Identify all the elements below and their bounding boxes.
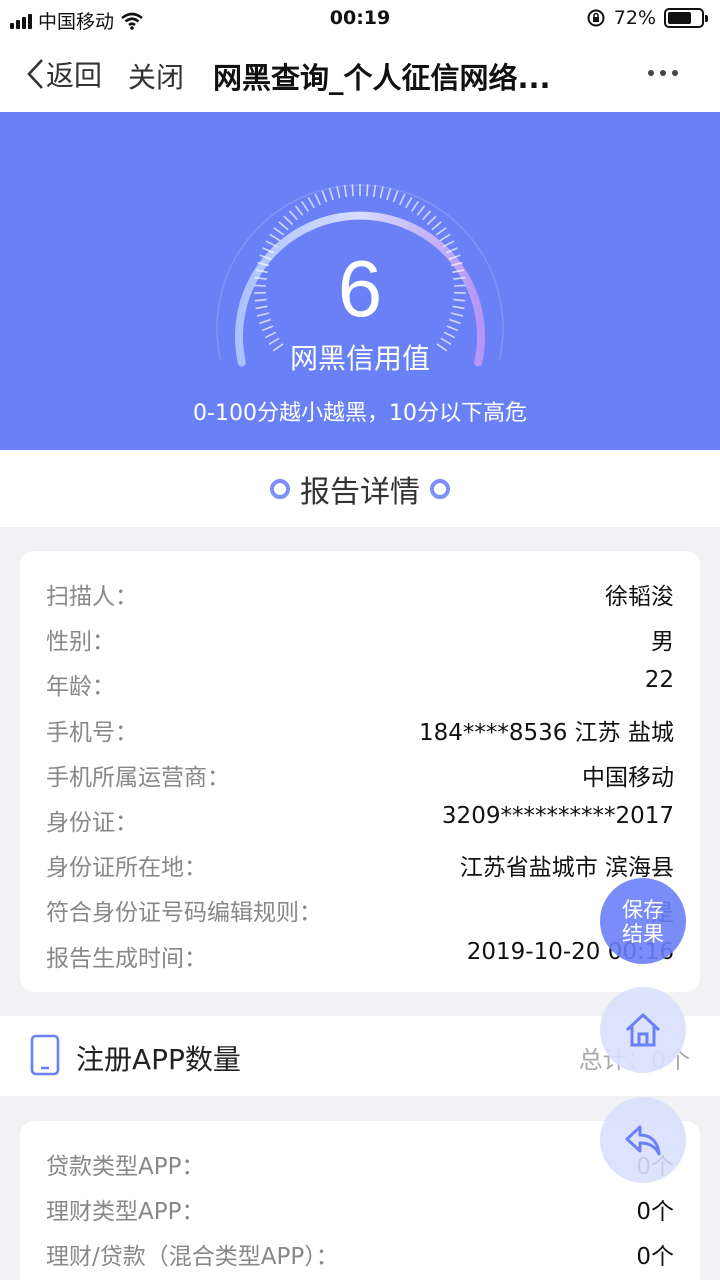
gauge-tick <box>343 185 348 198</box>
gauge-tick <box>405 197 413 209</box>
score-hero: 6 网黑信用值 0-100分越小越黑，10分以下高危 <box>0 112 720 450</box>
credit-score-hint: 0-100分越小越黑，10分以下高危 <box>193 401 527 426</box>
report-row: 身份证： 3209**********2017 <box>46 803 674 843</box>
report-key: 身份证： <box>46 810 138 836</box>
app-row: 贷款类型APP：0个 <box>46 1147 674 1187</box>
report-key: 报告生成时间： <box>46 945 207 972</box>
return-icon <box>625 1125 661 1156</box>
report-heading: 报告详情 <box>0 450 720 527</box>
gauge-tick <box>288 210 299 221</box>
report-key: 手机号： <box>46 719 138 746</box>
home-button[interactable] <box>600 987 686 1073</box>
gauge-tick <box>435 227 447 236</box>
phone-icon <box>30 1034 60 1076</box>
credit-score-value: 6 <box>337 244 383 333</box>
report-key: 扫描人： <box>46 584 138 610</box>
app-count-title: 注册APP数量 <box>76 1043 241 1076</box>
gauge-tick <box>379 186 384 199</box>
back-label: 返回 <box>46 59 103 92</box>
gauge-tick <box>431 221 442 231</box>
gauge-tick <box>336 186 341 199</box>
save-result-button[interactable]: 保存 结果 <box>600 878 686 964</box>
status-right: 72% <box>586 7 708 29</box>
report-value: 徐韬浚 <box>605 584 674 610</box>
page-title: 网黑查询_个人征信网络... <box>213 61 551 95</box>
report-card: 扫描人： 徐韬浚性别： 男年龄： 22 手机号： 184****8536 江苏 盐城手机所… <box>20 551 700 992</box>
report-row: 手机号： 184****8536 江苏 盐城 <box>46 713 674 753</box>
gauge-tick <box>328 188 334 201</box>
gauge-tick <box>314 193 321 206</box>
app-key: 理财/贷款（混合类型APP）： <box>46 1244 339 1270</box>
battery-icon <box>664 8 708 28</box>
gauge-tick <box>410 200 419 212</box>
nav-bar: 返回 关闭 网黑查询_个人征信网络... <box>0 38 720 112</box>
report-row: 性别： 男 <box>46 622 674 662</box>
app-key: 理财类型APP： <box>46 1199 205 1225</box>
report-key: 身份证所在地： <box>46 855 207 882</box>
gauge-tick <box>307 197 315 209</box>
report-heading-text: 报告详情 <box>300 474 420 510</box>
report-row: 扫描人： 徐韬浚 <box>46 577 674 617</box>
gauge-tick <box>294 205 304 216</box>
status-bar: 中国移动 00:19 72% <box>0 0 720 38</box>
report-row: 年龄： 22 <box>46 667 674 707</box>
close-button[interactable]: 关闭 <box>128 56 184 96</box>
gauge-tick <box>399 193 406 206</box>
gauge-tick <box>278 221 289 231</box>
report-key: 符合身份证号码编辑规则： <box>46 900 322 927</box>
app-key: 贷款类型APP： <box>46 1154 205 1180</box>
gauge-tick <box>283 215 294 226</box>
report-value: 男 <box>651 629 674 656</box>
report-row: 符合身份证号码编辑规则：是 <box>46 893 674 933</box>
gauge-tick <box>366 184 369 197</box>
report-row: 报告生成时间： 2019-10-20 00:16 <box>46 939 674 979</box>
gauge-tick <box>426 215 437 226</box>
report-key: 性别： <box>46 629 115 656</box>
app-row: 理财类型APP： 0个 <box>46 1192 674 1232</box>
save-result-label-1: 保存 <box>622 898 664 922</box>
more-icon[interactable] <box>648 70 678 76</box>
gauge-tick <box>372 185 377 198</box>
app-count-card: 贷款类型APP：0个理财类型APP：0个理财/贷款（混合类型APP）：0个 <box>20 1121 700 1280</box>
gauge-tick <box>386 188 392 201</box>
app-value: 0个 <box>636 1244 674 1270</box>
app-row: 理财/贷款（混合类型APP）： 0个 <box>46 1237 674 1277</box>
report-value: 中国移动 <box>582 764 674 791</box>
report-row: 手机所属运营商： 中国移动 <box>46 758 674 798</box>
gauge-tick <box>321 190 328 203</box>
orientation-lock-icon <box>587 9 605 27</box>
save-result-label-2: 结果 <box>622 922 664 946</box>
gauge-tick <box>392 190 399 203</box>
report-value: 3209**********2017 <box>441 803 674 829</box>
credit-score-label: 网黑信用值 <box>289 342 430 375</box>
report-key: 手机所属运营商： <box>46 764 230 791</box>
gauge-tick <box>439 233 451 242</box>
gauge-tick <box>351 184 354 197</box>
report-row: 身份证所在地： 江苏省盐城市 滨海县 <box>46 848 674 888</box>
report-value: 184****8536 江苏 盐城 <box>418 719 674 746</box>
battery-percent: 72% <box>613 7 656 29</box>
home-icon <box>625 1013 661 1047</box>
app-value: 0个 <box>636 1199 674 1225</box>
gauge-tick <box>416 205 426 216</box>
ring-icon <box>270 478 290 499</box>
ring-icon <box>430 478 450 499</box>
gauge-tick <box>269 233 281 242</box>
gauge-tick <box>301 200 310 212</box>
gauge-tick <box>421 210 432 221</box>
report-key: 年龄： <box>46 674 115 701</box>
chevron-left-icon <box>27 59 43 89</box>
report-value: 22 <box>644 667 674 694</box>
return-button[interactable] <box>600 1097 686 1183</box>
back-button[interactable]: 返回 <box>24 54 102 94</box>
gauge-tick <box>273 227 285 236</box>
